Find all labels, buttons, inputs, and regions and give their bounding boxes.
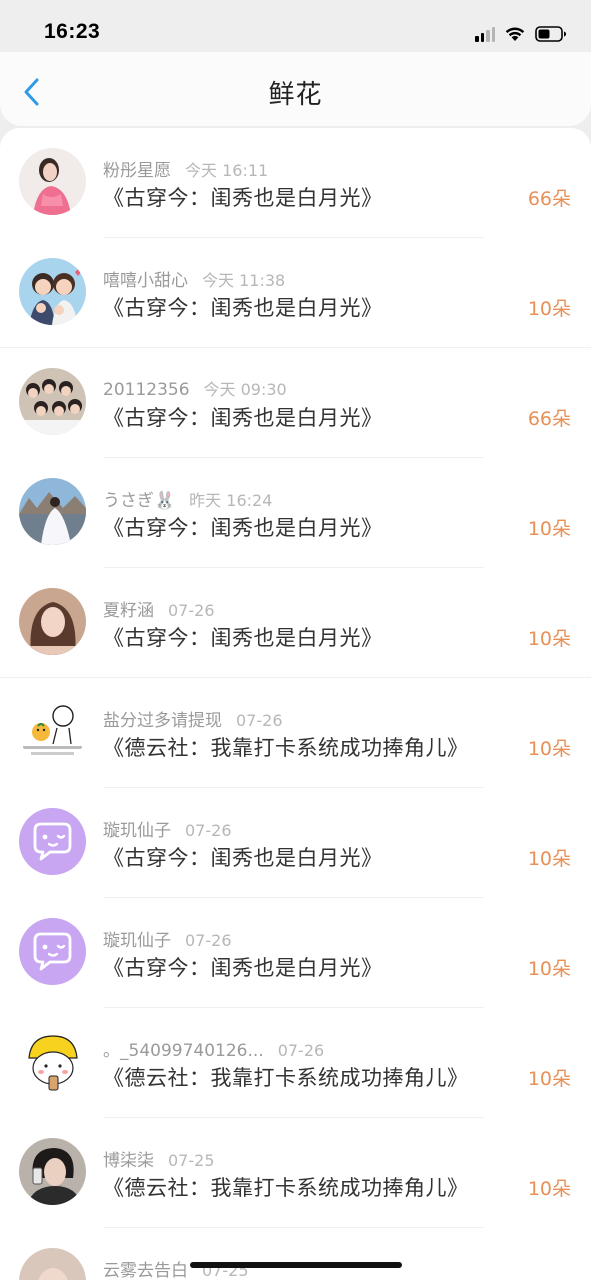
- user-name: 嘻嘻小甜心: [103, 271, 188, 291]
- item-meta: 博柒柒 07-25: [103, 1146, 215, 1171]
- book-title[interactable]: 《古穿今：闺秀也是白月光》: [103, 622, 383, 652]
- user-name: 云雾去告白: [103, 1261, 188, 1280]
- item-time: 昨天 16:24: [189, 491, 273, 510]
- list-item[interactable]: 。_54099740126... 07-26 《德云社：我靠打卡系统成功捧角儿》 …: [0, 1008, 591, 1118]
- flower-count: 10朵: [527, 738, 571, 760]
- list-item[interactable]: 粉彤星愿 今天 16:11 《古穿今：闺秀也是白月光》 66朵: [0, 128, 591, 238]
- flower-list: 粉彤星愿 今天 16:11 《古穿今：闺秀也是白月光》 66朵 嘻嘻小甜心 今天 1…: [0, 128, 591, 1280]
- book-title[interactable]: 《古穿今：闺秀也是白月光》: [103, 952, 383, 982]
- item-meta: 粉彤星愿 今天 16:11: [103, 156, 268, 181]
- book-title[interactable]: 《古穿今：闺秀也是白月光》: [103, 182, 383, 212]
- user-name: 。_54099740126...: [103, 1041, 264, 1061]
- list-item[interactable]: 20112356 今天 09:30 《古穿今：闺秀也是白月光》 66朵: [0, 348, 591, 458]
- avatar[interactable]: [19, 258, 86, 325]
- item-time: 07-26: [168, 601, 215, 620]
- item-meta: 。_54099740126... 07-26: [103, 1036, 324, 1061]
- avatar[interactable]: [19, 148, 86, 215]
- avatar[interactable]: [19, 1028, 86, 1095]
- item-meta: 璇玑仙子 07-26: [103, 816, 232, 841]
- avatar[interactable]: [19, 698, 86, 765]
- avatar[interactable]: [19, 368, 86, 435]
- item-meta: 嘻嘻小甜心 今天 11:38: [103, 266, 285, 291]
- flower-count: 66朵: [527, 188, 571, 210]
- book-title[interactable]: 《古穿今：闺秀也是白月光》: [103, 512, 383, 542]
- item-time: 07-26: [277, 1041, 325, 1060]
- user-name: 博柒柒: [103, 1151, 154, 1171]
- book-title[interactable]: 《古穿今：闺秀也是白月光》: [103, 842, 383, 872]
- user-name: 璇玑仙子: [103, 821, 171, 841]
- book-title[interactable]: 《德云社：我靠打卡系统成功捧角儿》: [103, 732, 469, 762]
- book-title[interactable]: 《古穿今：闺秀也是白月光》: [103, 292, 383, 322]
- flower-count: 10朵: [527, 298, 571, 320]
- avatar[interactable]: [19, 478, 86, 545]
- default-avatar-icon: [19, 808, 86, 875]
- item-meta: 盐分过多请提现 07-26: [103, 706, 283, 731]
- item-meta: 夏籽涵 07-26: [103, 596, 215, 621]
- flower-count: 10朵: [527, 958, 571, 980]
- avatar[interactable]: [19, 918, 86, 985]
- item-meta: 璇玑仙子 07-26: [103, 926, 232, 951]
- home-indicator[interactable]: [190, 1262, 402, 1268]
- flower-count: 10朵: [527, 848, 571, 870]
- flower-count: 66朵: [527, 408, 571, 430]
- list-item[interactable]: 夏籽涵 07-26 《古穿今：闺秀也是白月光》 10朵: [0, 568, 591, 678]
- wifi-icon: [504, 26, 526, 42]
- item-meta: うさぎ🐰 昨天 16:24: [103, 486, 272, 511]
- page-title: 鲜花: [268, 80, 323, 110]
- book-title[interactable]: 《德云社：我靠打卡系统成功捧角儿》: [103, 1062, 469, 1092]
- status-bar: 16:23: [0, 0, 591, 52]
- list-item[interactable]: 博柒柒 07-25 《德云社：我靠打卡系统成功捧角儿》 10朵: [0, 1118, 591, 1228]
- avatar[interactable]: [19, 808, 86, 875]
- book-title[interactable]: 《古穿今：闺秀也是白月光》: [103, 402, 383, 432]
- item-time: 07-25: [168, 1151, 215, 1170]
- avatar[interactable]: [19, 1138, 86, 1205]
- list-item[interactable]: 璇玑仙子 07-26 《古穿今：闺秀也是白月光》 10朵: [0, 898, 591, 1008]
- user-name: 夏籽涵: [103, 601, 154, 621]
- list-item[interactable]: 嘻嘻小甜心 今天 11:38 《古穿今：闺秀也是白月光》 10朵: [0, 238, 591, 348]
- avatar[interactable]: [19, 588, 86, 655]
- item-time: 今天 16:11: [185, 161, 269, 180]
- battery-icon: [535, 26, 567, 42]
- status-icons: [475, 24, 567, 44]
- user-name: 盐分过多请提现: [103, 711, 222, 731]
- list-item[interactable]: うさぎ🐰 昨天 16:24 《古穿今：闺秀也是白月光》 10朵: [0, 458, 591, 568]
- item-meta: 20112356 今天 09:30: [103, 376, 287, 400]
- item-time: 今天 09:30: [203, 380, 287, 399]
- flower-count: 10朵: [527, 1068, 571, 1090]
- user-name: 粉彤星愿: [103, 161, 171, 181]
- item-time: 07-26: [185, 931, 232, 950]
- avatar[interactable]: [19, 1248, 86, 1280]
- default-avatar-icon: [19, 918, 86, 985]
- status-time: 16:23: [44, 20, 101, 43]
- user-name: 璇玑仙子: [103, 931, 171, 951]
- list-item[interactable]: 云雾去告白 07-25: [0, 1228, 591, 1280]
- item-time: 07-26: [185, 821, 232, 840]
- list-item[interactable]: 盐分过多请提现 07-26 《德云社：我靠打卡系统成功捧角儿》 10朵: [0, 678, 591, 788]
- user-name: うさぎ🐰: [103, 491, 176, 511]
- item-time: 07-26: [236, 711, 283, 730]
- flower-count: 10朵: [527, 1178, 571, 1200]
- item-time: 今天 11:38: [202, 271, 286, 290]
- flower-count: 10朵: [527, 628, 571, 650]
- list-item[interactable]: 璇玑仙子 07-26 《古穿今：闺秀也是白月光》 10朵: [0, 788, 591, 898]
- book-title[interactable]: 《德云社：我靠打卡系统成功捧角儿》: [103, 1172, 469, 1202]
- nav-bar: 鲜花: [0, 52, 591, 126]
- flower-count: 10朵: [527, 518, 571, 540]
- signal-icon: [475, 26, 495, 42]
- item-meta: 云雾去告白 07-25: [103, 1256, 249, 1280]
- user-name: 20112356: [103, 380, 190, 400]
